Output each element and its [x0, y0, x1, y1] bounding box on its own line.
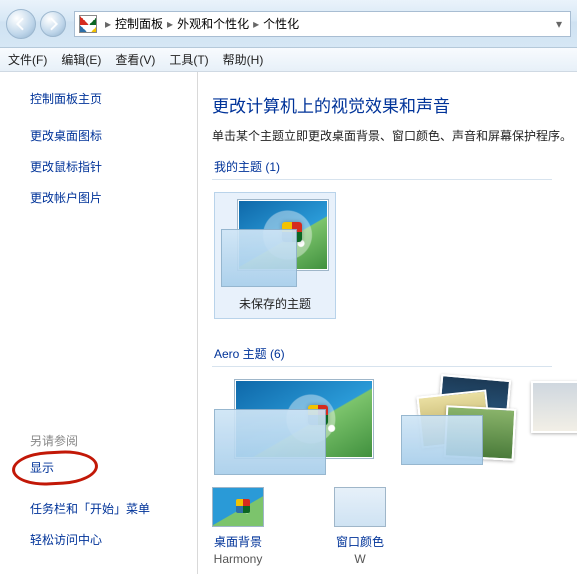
- stacked-photo: [531, 381, 577, 433]
- menu-bar: 文件(F) 编辑(E) 查看(V) 工具(T) 帮助(H): [0, 48, 577, 72]
- aero-theme-3[interactable]: [531, 377, 571, 463]
- breadcrumb-personalization[interactable]: 个性化: [263, 15, 299, 32]
- window-color-overlay: [214, 409, 326, 475]
- desktop-bg-value: Harmony: [212, 552, 264, 566]
- sidebar-mouse-pointers[interactable]: 更改鼠标指针: [30, 158, 179, 175]
- theme-thumbnail: [221, 199, 329, 287]
- address-dropdown-icon[interactable]: ▾: [552, 17, 566, 31]
- sidebar-taskbar-start[interactable]: 任务栏和「开始」菜单: [30, 500, 179, 517]
- window-color-swatch: [334, 487, 386, 527]
- breadcrumb-appearance[interactable]: 外观和个性化: [177, 15, 249, 32]
- theme-label: 未保存的主题: [221, 295, 329, 312]
- sidebar-ease-of-access[interactable]: 轻松访问中心: [30, 531, 179, 548]
- window-color-value: W: [334, 552, 386, 566]
- address-bar[interactable]: ▸ 控制面板 ▸ 外观和个性化 ▸ 个性化 ▾: [74, 11, 571, 37]
- sidebar-display[interactable]: 显示: [30, 459, 179, 476]
- menu-tools[interactable]: 工具(T): [169, 51, 208, 68]
- chevron-right-icon: ▸: [253, 17, 259, 31]
- window-nav-bar: ▸ 控制面板 ▸ 外观和个性化 ▸ 个性化 ▾: [0, 0, 577, 48]
- page-subtitle: 单击某个主题立即更改桌面背景、窗口颜色、声音和屏幕保护程序。: [212, 127, 577, 144]
- sidebar-account-picture[interactable]: 更改帐户图片: [30, 189, 179, 206]
- theme-unsaved[interactable]: 未保存的主题: [214, 192, 336, 319]
- menu-file[interactable]: 文件(F): [8, 51, 47, 68]
- personalization-controls: 桌面背景 Harmony 窗口颜色 W: [212, 487, 577, 566]
- menu-help[interactable]: 帮助(H): [223, 51, 264, 68]
- sidebar-desktop-icons[interactable]: 更改桌面图标: [30, 127, 179, 144]
- my-themes-header: 我的主题 (1): [212, 158, 552, 180]
- control-window-color[interactable]: 窗口颜色 W: [334, 487, 386, 566]
- window-color-overlay: [401, 415, 483, 465]
- see-also-heading: 另请参阅: [30, 432, 179, 449]
- menu-edit[interactable]: 编辑(E): [61, 51, 101, 68]
- aero-themes-header: Aero 主题 (6): [212, 345, 552, 367]
- desktop-bg-swatch: [212, 487, 264, 527]
- page-title: 更改计算机上的视觉效果和声音: [212, 92, 577, 117]
- forward-button[interactable]: [40, 11, 66, 37]
- control-panel-icon: [79, 15, 97, 33]
- sidebar: 控制面板主页 更改桌面图标 更改鼠标指针 更改帐户图片 另请参阅 显示 任务栏和…: [0, 72, 198, 574]
- aero-theme-2[interactable]: [405, 377, 515, 463]
- aero-themes-row: [212, 377, 577, 495]
- window-color-link[interactable]: 窗口颜色: [334, 533, 386, 550]
- window-color-overlay: [221, 229, 297, 287]
- theme-thumbnail: [214, 379, 374, 475]
- breadcrumb-root[interactable]: 控制面板: [115, 15, 163, 32]
- main-panel: 更改计算机上的视觉效果和声音 单击某个主题立即更改桌面背景、窗口颜色、声音和屏幕…: [198, 72, 577, 574]
- control-desktop-background[interactable]: 桌面背景 Harmony: [212, 487, 264, 566]
- back-button[interactable]: [6, 9, 36, 39]
- annotation-circle: 显示: [30, 459, 179, 490]
- aero-theme-1[interactable]: [214, 379, 374, 475]
- chevron-right-icon: ▸: [167, 17, 173, 31]
- chevron-right-icon: ▸: [105, 17, 111, 31]
- desktop-bg-link[interactable]: 桌面背景: [212, 533, 264, 550]
- sidebar-spacer: [30, 220, 179, 432]
- sidebar-home[interactable]: 控制面板主页: [30, 90, 179, 107]
- menu-view[interactable]: 查看(V): [115, 51, 155, 68]
- body-split: 控制面板主页 更改桌面图标 更改鼠标指针 更改帐户图片 另请参阅 显示 任务栏和…: [0, 72, 577, 574]
- spacer: [30, 490, 179, 500]
